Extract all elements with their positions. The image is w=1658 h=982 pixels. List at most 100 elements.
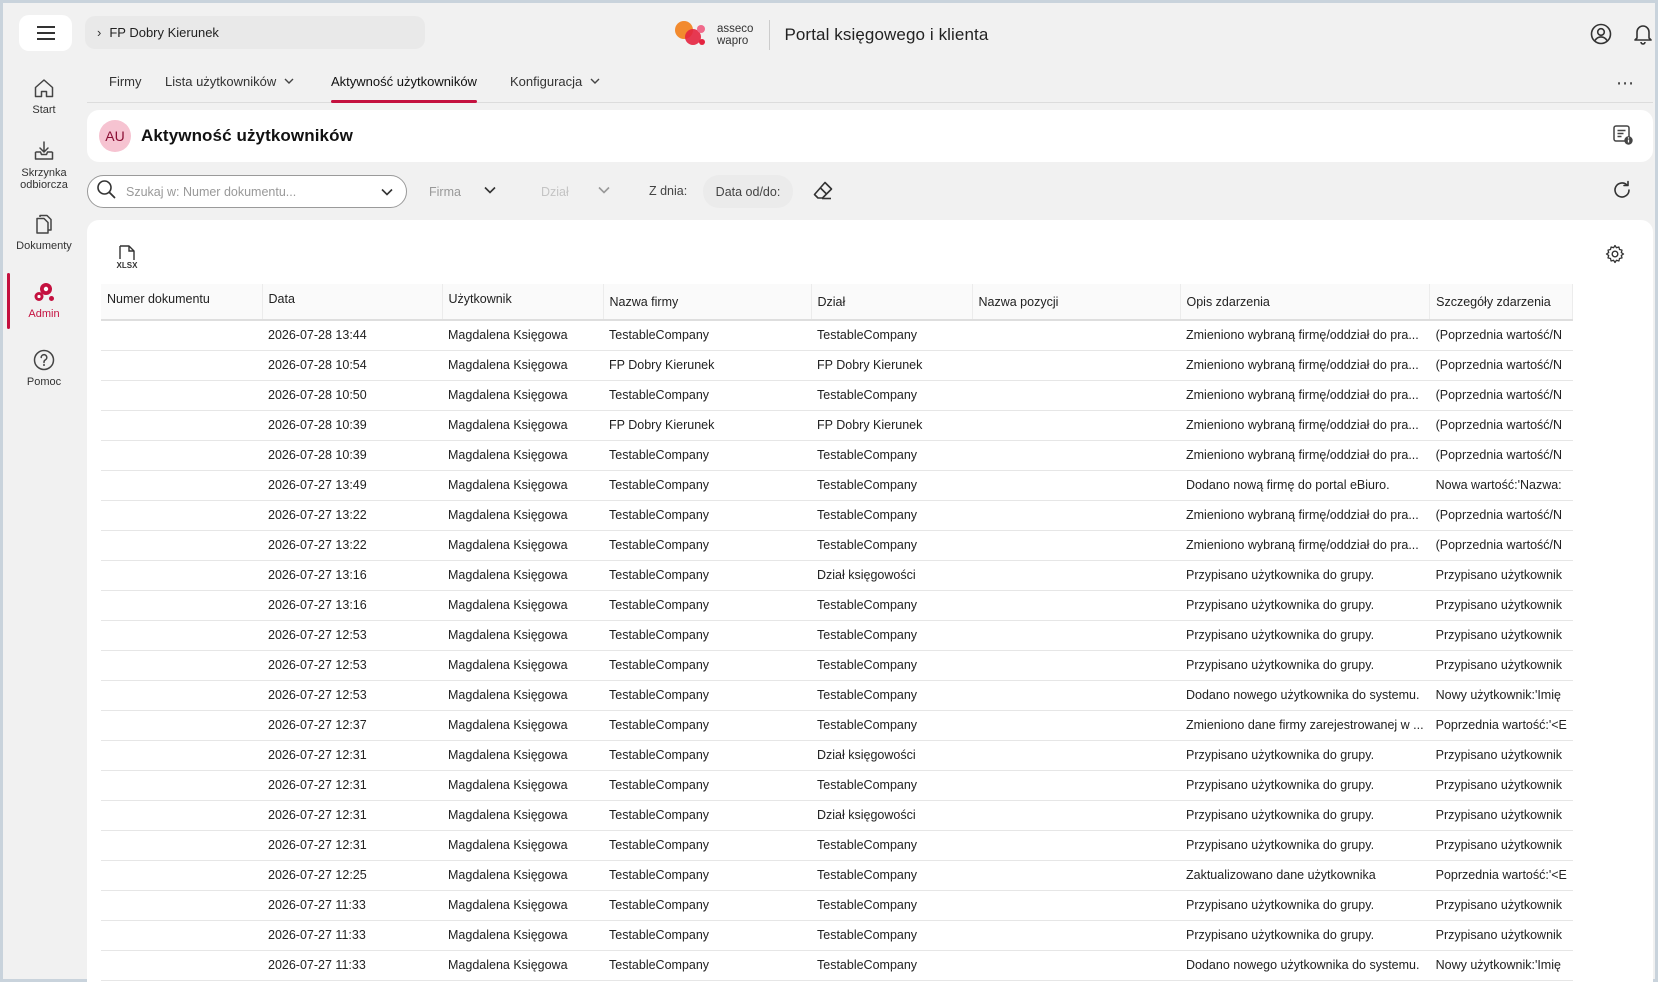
sidebar-item-documents[interactable]: Dokumenty xyxy=(3,213,85,252)
table-cell: Dodano nowego użytkownika do systemu. xyxy=(1180,950,1430,981)
page-help-button[interactable] xyxy=(1611,123,1635,152)
table-cell: 2026-07-27 12:31 xyxy=(262,770,442,801)
chevron-down-icon xyxy=(597,183,611,200)
firma-dropdown[interactable]: Firma xyxy=(429,175,497,208)
breadcrumb[interactable]: › FP Dobry Kierunek xyxy=(85,16,425,49)
table-row[interactable]: 2026-07-27 13:49 Magdalena Księgowa Testab… xyxy=(101,470,1573,501)
table-cell xyxy=(972,470,1180,501)
table-cell: TestableCompany xyxy=(603,590,811,621)
table-cell: 2026-07-27 12:53 xyxy=(262,680,442,711)
table-cell xyxy=(972,770,1180,801)
table-row[interactable]: 2026-07-27 11:33 Magdalena Księgowa Testab… xyxy=(101,920,1573,951)
table-row[interactable]: 2026-07-27 11:33 Magdalena Księgowa Testab… xyxy=(101,890,1573,921)
dzial-dropdown[interactable]: Dział xyxy=(541,175,611,208)
table-cell: Magdalena Księgowa xyxy=(442,740,603,771)
table-cell xyxy=(972,740,1180,771)
table-row[interactable]: 2026-07-27 13:22 Magdalena Księgowa Testab… xyxy=(101,530,1573,561)
table-row[interactable]: 2026-07-27 13:16 Magdalena Księgowa Testab… xyxy=(101,560,1573,591)
tab-konfiguracja[interactable]: Konfiguracja xyxy=(510,74,600,89)
column-header[interactable]: Dział xyxy=(811,284,973,321)
chevron-right-icon: › xyxy=(97,25,102,40)
table-row[interactable]: 2026-07-27 11:33 Magdalena Księgowa Testab… xyxy=(101,950,1573,981)
refresh-button[interactable] xyxy=(1611,179,1633,206)
table-row[interactable]: 2026-07-28 10:39 Magdalena Księgowa Testab… xyxy=(101,440,1573,471)
tab-aktywnosc-uzytkownikow[interactable]: Aktywność użytkowników xyxy=(331,74,477,103)
sidebar-item-inbox[interactable]: Skrzynka odbiorcza xyxy=(3,140,85,191)
table-row[interactable]: 2026-07-27 12:31 Magdalena Księgowa Testab… xyxy=(101,800,1573,831)
table-row[interactable]: 2026-07-27 12:25 Magdalena Księgowa Testab… xyxy=(101,860,1573,891)
table-cell: TestableCompany xyxy=(811,620,972,651)
column-header[interactable]: Data xyxy=(262,284,443,321)
admin-icon xyxy=(34,283,54,301)
table-cell: Magdalena Księgowa xyxy=(442,650,603,681)
sidebar-item-admin[interactable]: Admin xyxy=(3,273,85,329)
table-row[interactable]: 2026-07-27 12:31 Magdalena Księgowa Testab… xyxy=(101,830,1573,861)
table-row[interactable]: 2026-07-27 13:22 Magdalena Księgowa Testab… xyxy=(101,500,1573,531)
table-row[interactable]: 2026-07-28 10:50 Magdalena Księgowa Testab… xyxy=(101,380,1573,411)
more-options-icon[interactable]: ⋯ xyxy=(1616,73,1635,94)
tab-lista-uzytkownikow[interactable]: Lista użytkowników xyxy=(165,74,294,89)
search-icon xyxy=(96,179,116,204)
notifications-button[interactable] xyxy=(1630,21,1656,47)
table-cell: (Poprzednia wartość/N xyxy=(1429,410,1573,441)
menu-button[interactable] xyxy=(19,15,72,51)
table-cell xyxy=(101,650,262,681)
table-row[interactable]: 2026-07-27 12:37 Magdalena Księgowa Testab… xyxy=(101,710,1573,741)
table-row[interactable]: 2026-07-27 12:53 Magdalena Księgowa Testab… xyxy=(101,650,1573,681)
table-cell: Zmieniono wybraną firmę/oddział do pra..… xyxy=(1180,380,1430,411)
column-header[interactable]: Opis zdarzenia xyxy=(1180,284,1431,321)
table-cell: Magdalena Księgowa xyxy=(442,470,603,501)
table-row[interactable]: 2026-07-27 12:53 Magdalena Księgowa Testab… xyxy=(101,620,1573,651)
firma-placeholder: Firma xyxy=(429,184,461,199)
table-cell: Dział księgowości xyxy=(811,740,972,771)
table-cell xyxy=(972,650,1180,681)
table-row[interactable]: 2026-07-27 12:53 Magdalena Księgowa Testab… xyxy=(101,680,1573,711)
table-cell: TestableCompany xyxy=(811,680,972,711)
user-account-button[interactable] xyxy=(1588,21,1614,47)
table-row[interactable]: 2026-07-28 10:39 Magdalena Księgowa FP Dob… xyxy=(101,410,1573,441)
table-cell: 2026-07-28 10:50 xyxy=(262,380,442,411)
date-range-field[interactable]: Data od/do: xyxy=(703,175,793,208)
table-cell: Magdalena Księgowa xyxy=(442,860,603,891)
search-input[interactable] xyxy=(126,184,366,199)
sidebar-item-help[interactable]: Pomoc xyxy=(3,349,85,388)
table-cell: Dodano nową firmę do portal eBiuro. xyxy=(1180,470,1430,501)
clear-filters-button[interactable] xyxy=(811,179,835,208)
table-cell: TestableCompany xyxy=(811,440,972,471)
z-dnia-label[interactable]: Z dnia: xyxy=(649,184,687,198)
table-row[interactable]: 2026-07-27 12:31 Magdalena Księgowa Testab… xyxy=(101,740,1573,771)
tab-bar: Firmy Lista użytkowników Aktywność użytk… xyxy=(87,65,1653,103)
column-header[interactable]: Szczegóły zdarzenia xyxy=(1429,284,1574,321)
table-row[interactable]: 2026-07-27 13:16 Magdalena Księgowa Testab… xyxy=(101,590,1573,621)
table-cell: 2026-07-27 13:22 xyxy=(262,530,442,561)
column-header[interactable]: Nazwa pozycji xyxy=(972,284,1181,321)
table-cell: 2026-07-27 13:16 xyxy=(262,590,442,621)
table-cell xyxy=(972,680,1180,711)
table-cell: Dział księgowości xyxy=(811,800,972,831)
column-header[interactable]: Numer dokumentu xyxy=(101,284,263,321)
table-cell: TestableCompany xyxy=(603,740,811,771)
table-cell: 2026-07-27 11:33 xyxy=(262,920,442,951)
table-row[interactable]: 2026-07-28 10:54 Magdalena Księgowa FP Dob… xyxy=(101,350,1573,381)
table-cell: Magdalena Księgowa xyxy=(442,890,603,921)
table-cell: 2026-07-27 12:37 xyxy=(262,710,442,741)
table-cell: Przypisano użytkownik xyxy=(1429,770,1573,801)
column-header[interactable]: Nazwa firmy xyxy=(603,284,812,321)
column-header[interactable]: Użytkownik xyxy=(442,284,604,321)
export-xlsx-button[interactable]: XLSX xyxy=(115,244,139,275)
tab-firmy[interactable]: Firmy xyxy=(109,74,142,89)
search-field[interactable] xyxy=(87,175,407,208)
brand-separator xyxy=(769,20,771,50)
table-row[interactable]: 2026-07-28 13:44 Magdalena Księgowa Testab… xyxy=(101,320,1573,351)
table-cell: TestableCompany xyxy=(603,500,811,531)
table-cell: Nowy użytkownik:'Imię xyxy=(1429,680,1573,711)
table-cell: 2026-07-27 12:53 xyxy=(262,620,442,651)
chevron-down-icon[interactable] xyxy=(380,185,394,204)
table-cell xyxy=(972,320,1180,351)
table-row[interactable]: 2026-07-27 12:31 Magdalena Księgowa Testab… xyxy=(101,770,1573,801)
table-cell: Magdalena Księgowa xyxy=(442,350,603,381)
sidebar-item-start[interactable]: Start xyxy=(3,77,85,116)
table-cell xyxy=(972,440,1180,471)
sidebar-item-label: Start xyxy=(32,104,56,116)
grid-settings-button[interactable] xyxy=(1605,244,1625,269)
